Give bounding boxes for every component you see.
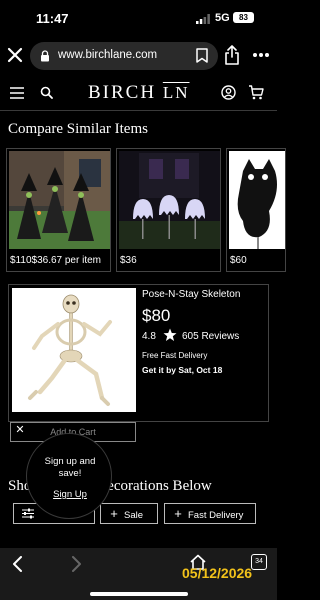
filter-sale-button[interactable]: + Sale [100,503,158,524]
cart-icon[interactable] [248,85,264,100]
close-icon[interactable] [6,46,24,64]
signup-popup: Sign up and save! Sign Up [26,433,112,519]
network-label: 5G [215,12,230,24]
share-icon[interactable] [224,45,240,65]
home-indicator [90,592,188,596]
compare-card-price: $36 [120,255,137,266]
date-stamp: 05/12/2026 [182,565,253,581]
logo-main-text: BIRCH [88,82,163,103]
forward-arrow-icon[interactable] [70,556,82,572]
tabs-count-icon[interactable]: 34 [251,554,267,570]
browser-url-bar: www.birchlane.com [0,38,277,74]
skeleton-image [12,288,136,412]
url-text: www.birchlane.com [58,49,158,61]
compare-section-title: Compare Similar Items [8,121,148,137]
witches-product-image [9,151,110,249]
black-cat-product-image [229,151,285,249]
lock-icon [41,50,49,62]
battery-icon: 83 [233,12,254,23]
logo-suffix-text: LN [162,83,190,102]
signup-message: Sign up and save! [27,456,113,480]
back-arrow-icon[interactable] [12,556,24,572]
compare-card[interactable]: $60 [226,148,286,272]
signup-message-line2: save! [58,468,82,479]
plus-icon: + [110,506,118,521]
hamburger-menu-icon[interactable] [10,87,24,99]
signup-link[interactable]: Sign Up [27,489,113,500]
filter-fast-delivery-label: Fast Delivery [188,510,244,521]
product-card[interactable]: Pose-N-Stay Skeleton $80 4.8 605 Reviews… [8,284,269,422]
signal-icon [196,14,210,24]
compare-card-price: $60 [230,255,247,266]
site-header: BIRCH LN [0,78,277,110]
bookmark-icon[interactable] [196,48,208,63]
compare-card[interactable]: $36 [116,148,221,272]
filter-fast-delivery-button[interactable]: + Fast Delivery [164,503,256,524]
compare-carousel[interactable]: $110$36.67 per item $36 $60 [6,148,286,272]
product-price: $80 [142,306,171,325]
product-reviews-count[interactable]: 605 Reviews [182,331,239,342]
sliders-icon [22,508,34,519]
ghost-stakes-product-image [119,151,220,249]
account-icon[interactable] [221,85,236,100]
filter-sale-label: Sale [124,510,144,521]
plus-icon: + [174,506,182,521]
status-bar: 11:47 5G 83 [0,0,277,36]
product-name[interactable]: Pose-N-Stay Skeleton [142,289,240,300]
product-delivery-date: Get it by Sat, Oct 18 [142,365,223,375]
status-time: 11:47 [36,11,69,26]
search-icon[interactable] [40,86,53,99]
product-rating: 4.8 [142,331,156,342]
star-icon [163,328,177,341]
product-image[interactable] [12,288,136,412]
signup-message-line1: Sign up and [44,456,96,467]
popup-close-icon[interactable]: ✕ [13,423,27,437]
product-delivery: Free Fast Delivery [142,351,208,360]
birch-lane-logo[interactable]: BIRCH LN [88,82,190,104]
compare-card-price: $110$36.67 per item [10,255,101,266]
compare-card[interactable]: $110$36.67 per item [6,148,111,272]
more-icon[interactable] [252,49,270,61]
header-divider [0,110,277,111]
